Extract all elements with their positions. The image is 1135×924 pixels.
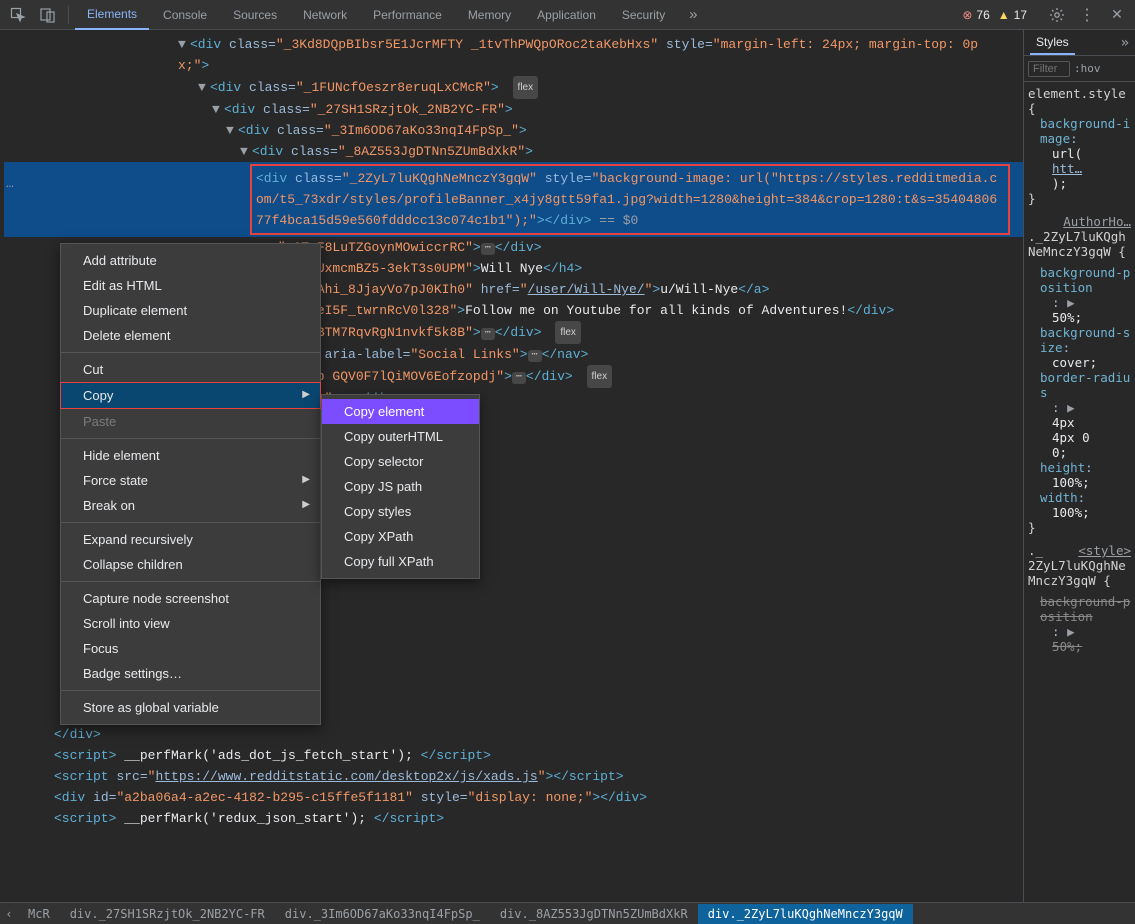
context-submenu-copy: Copy element Copy outerHTML Copy selecto… [321,394,480,579]
styles-panel: Styles » :hov element.style { background… [1023,30,1135,902]
context-menu: Add attribute Edit as HTML Duplicate ele… [60,243,321,725]
flex-badge[interactable]: flex [587,365,613,388]
ctx-copy-full-xpath[interactable]: Copy full XPath [322,549,479,574]
tab-sources[interactable]: Sources [221,0,289,30]
ctx-copy[interactable]: Copy ▶ [61,383,320,408]
ctx-force-state[interactable]: Force state ▶ [61,468,320,493]
ctx-collapse[interactable]: Collapse children [61,552,320,577]
breadcrumb-item[interactable]: div._3Im6OD67aKo33nqI4FpSp_ [275,904,490,924]
expand-ellipsis[interactable]: ⋯ [528,350,542,362]
expand-ellipsis[interactable]: ⋯ [481,328,495,340]
ctx-delete[interactable]: Delete element [61,323,320,348]
elements-panel: … ▼<div class="_3Kd8DQpBIbsr5E1JcrMFTY _… [0,30,1023,902]
styles-filter-input[interactable] [1028,61,1070,77]
dom-node[interactable]: ▼<div class="_27SH1SRzjtOk_2NB2YC-FR"> [4,99,1023,120]
styles-tabs-overflow-icon[interactable]: » [1121,35,1129,51]
warning-count: 17 [1014,8,1027,22]
css-prop[interactable]: height: 100%; [1028,460,1131,490]
css-prop[interactable]: border-radius : ▶ 4px 4px 0 0; [1028,370,1131,460]
breadcrumb-item[interactable]: div._27SH1SRzjtOk_2NB2YC-FR [60,904,275,924]
ctx-expand[interactable]: Expand recursively [61,527,320,552]
ctx-hide[interactable]: Hide element [61,443,320,468]
rule-close: } [1028,520,1131,535]
dom-node[interactable]: <div id="a2ba06a4-a2ec-4182-b295-c15ffe5… [4,787,1023,808]
ctx-copy-element[interactable]: Copy element [322,399,479,424]
dom-node[interactable]: ▼<div class="_8AZ553JgDTNn5ZUmBdXkR"> [4,141,1023,162]
device-toggle-icon[interactable] [34,2,62,28]
dom-node[interactable]: ▼<div class="_3Kd8DQpBIbsr5E1JcrMFTY _1t… [4,34,1004,76]
tab-elements[interactable]: Elements [75,0,149,30]
ctx-break-on[interactable]: Break on ▶ [61,493,320,518]
toolbar-separator [68,6,69,24]
ctx-copy-outerhtml[interactable]: Copy outerHTML [322,424,479,449]
rule-selector[interactable]: element.style { [1028,86,1131,116]
breadcrumb-item[interactable]: div._8AZ553JgDTNn5ZUmBdXkR [490,904,698,924]
ctx-focus[interactable]: Focus [61,636,320,661]
breadcrumb-item-active[interactable]: div._2ZyL7luKQghNeMnczY3gqW [698,904,913,924]
flex-badge[interactable]: flex [555,321,581,344]
dom-node[interactable]: <script src="https://www.redditstatic.co… [4,766,1023,787]
expand-ellipsis[interactable]: ⋯ [481,243,495,255]
ctx-copy-selector[interactable]: Copy selector [322,449,479,474]
rule-close: } [1028,191,1131,206]
ctx-edit-html[interactable]: Edit as HTML [61,273,320,298]
css-prop[interactable]: width: 100%; [1028,490,1131,520]
submenu-arrow-icon: ▶ [302,474,310,485]
tab-memory[interactable]: Memory [456,0,523,30]
close-devtools-icon[interactable]: ✕ [1103,2,1131,28]
selected-dom-node[interactable]: <div class="_2ZyL7luKQghNeMnczY3gqW" sty… [4,162,1023,237]
expand-ellipsis[interactable]: ⋯ [512,372,526,384]
submenu-arrow-icon: ▶ [302,499,310,510]
rule-selector[interactable]: ._2ZyL7luKQghNeMnczY3gqW { [1028,229,1131,259]
ctx-store-global[interactable]: Store as global variable [61,695,320,720]
styles-tab[interactable]: Styles [1030,31,1075,55]
dom-node[interactable]: <script> __perfMark('ads_dot_js_fetch_st… [4,745,1023,766]
css-prop[interactable]: background-image: url( htt… ); [1028,116,1131,191]
ctx-paste: Paste [61,409,320,434]
ctx-copy-styles[interactable]: Copy styles [322,499,479,524]
ctx-badge[interactable]: Badge settings… [61,661,320,686]
rule-selector[interactable]: 2ZyL7luKQghNeMnczY3gqW { [1028,558,1131,588]
ctx-scroll[interactable]: Scroll into view [61,611,320,636]
tabs-overflow-icon[interactable]: » [679,2,707,28]
css-prop[interactable]: background-position : ▶ 50%; [1028,265,1131,325]
tab-performance[interactable]: Performance [361,0,454,30]
submenu-arrow-icon: ▶ [302,389,310,400]
tab-console[interactable]: Console [151,0,219,30]
kebab-menu-icon[interactable]: ⋮ [1073,2,1101,28]
breadcrumb-item[interactable]: McR [18,904,60,924]
rule-source-link[interactable]: <style> [1078,543,1131,558]
hov-toggle[interactable]: :hov [1074,62,1101,75]
warning-icon[interactable]: ▲ [998,8,1010,22]
flex-badge[interactable]: flex [513,76,539,99]
ctx-copy-js-path[interactable]: Copy JS path [322,474,479,499]
ctx-duplicate[interactable]: Duplicate element [61,298,320,323]
error-count: 76 [976,8,989,22]
settings-icon[interactable] [1043,2,1071,28]
tab-application[interactable]: Application [525,0,608,30]
ctx-add-attribute[interactable]: Add attribute [61,248,320,273]
dom-breadcrumb: ‹ McR div._27SH1SRzjtOk_2NB2YC-FR div._3… [0,902,1135,924]
inspect-icon[interactable] [4,2,32,28]
tab-security[interactable]: Security [610,0,677,30]
css-prop-overridden[interactable]: background-position : ▶ 50%; [1028,594,1131,654]
dom-node[interactable]: <script> __perfMark('redux_json_start');… [4,808,1023,829]
css-prop[interactable]: background-size: cover; [1028,325,1131,370]
dom-node[interactable]: ▼<div class="_1FUNcfOeszr8eruqLxCMcR"> f… [4,76,1023,99]
ctx-capture[interactable]: Capture node screenshot [61,586,320,611]
tab-network[interactable]: Network [291,0,359,30]
rule-source-link[interactable]: AuthorHo… [1063,214,1131,229]
breadcrumb-scroll-left-icon[interactable]: ‹ [0,907,18,921]
devtools-toolbar: Elements Console Sources Network Perform… [0,0,1135,30]
ctx-copy-xpath[interactable]: Copy XPath [322,524,479,549]
gutter-ellipsis: … [6,176,14,191]
dom-close: </div> [4,724,1023,745]
dom-node[interactable]: ▼<div class="_3Im6OD67aKo33nqI4FpSp_"> [4,120,1023,141]
ctx-cut[interactable]: Cut [61,357,320,382]
error-icon[interactable]: ⊗ [962,8,972,22]
